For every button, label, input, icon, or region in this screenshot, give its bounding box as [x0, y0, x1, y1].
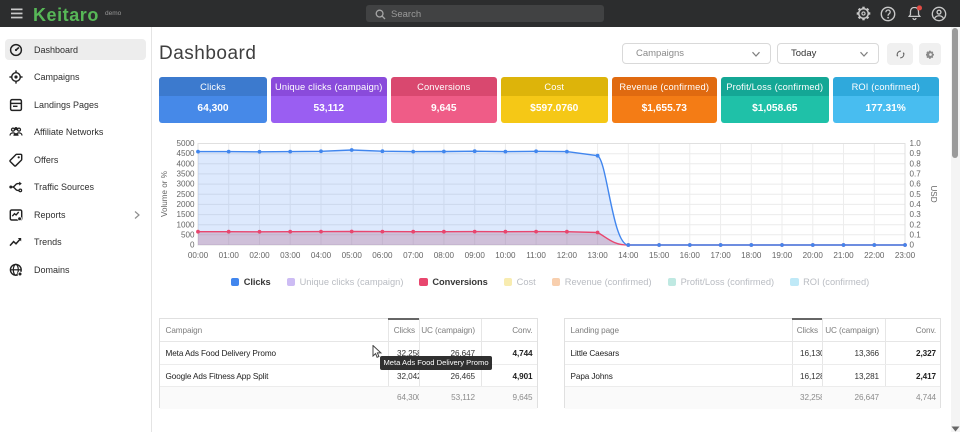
svg-text:0.6: 0.6 — [910, 180, 922, 189]
svg-text:20:00: 20:00 — [803, 251, 824, 260]
svg-text:1500: 1500 — [176, 210, 195, 219]
svg-text:16:00: 16:00 — [680, 251, 701, 260]
svg-text:19:00: 19:00 — [772, 251, 793, 260]
svg-text:0.9: 0.9 — [910, 149, 922, 158]
svg-text:04:00: 04:00 — [311, 251, 332, 260]
svg-text:0: 0 — [190, 241, 195, 250]
svg-text:18:00: 18:00 — [741, 251, 762, 260]
svg-text:0.3: 0.3 — [910, 210, 922, 219]
svg-text:3000: 3000 — [176, 180, 195, 189]
svg-text:00:00: 00:00 — [188, 251, 209, 260]
svg-text:22:00: 22:00 — [864, 251, 885, 260]
svg-text:06:00: 06:00 — [372, 251, 393, 260]
svg-text:05:00: 05:00 — [342, 251, 363, 260]
svg-text:11:00: 11:00 — [526, 251, 546, 260]
svg-text:1000: 1000 — [176, 220, 195, 229]
svg-text:10:00: 10:00 — [495, 251, 516, 260]
svg-text:13:00: 13:00 — [587, 251, 608, 260]
svg-text:0.8: 0.8 — [910, 159, 922, 168]
svg-text:USD: USD — [929, 185, 938, 202]
svg-text:08:00: 08:00 — [434, 251, 455, 260]
svg-text:500: 500 — [181, 230, 195, 239]
svg-text:14:00: 14:00 — [618, 251, 639, 260]
svg-text:Volume or %: Volume or % — [160, 171, 169, 217]
svg-text:0.1: 0.1 — [910, 230, 922, 239]
svg-text:0.2: 0.2 — [910, 220, 922, 229]
svg-text:12:00: 12:00 — [557, 251, 578, 260]
svg-text:21:00: 21:00 — [833, 251, 854, 260]
svg-text:0.5: 0.5 — [910, 190, 922, 199]
svg-text:02:00: 02:00 — [249, 251, 270, 260]
svg-text:07:00: 07:00 — [403, 251, 424, 260]
svg-text:4000: 4000 — [176, 159, 195, 168]
svg-text:2500: 2500 — [176, 190, 195, 199]
svg-text:3500: 3500 — [176, 170, 195, 179]
svg-text:1.0: 1.0 — [910, 139, 922, 148]
svg-text:0.4: 0.4 — [910, 200, 922, 209]
svg-text:0.7: 0.7 — [910, 170, 922, 179]
svg-text:09:00: 09:00 — [465, 251, 486, 260]
svg-text:0: 0 — [910, 241, 915, 250]
svg-text:17:00: 17:00 — [710, 251, 731, 260]
svg-text:23:00: 23:00 — [895, 251, 916, 260]
svg-text:03:00: 03:00 — [280, 251, 301, 260]
svg-text:4500: 4500 — [176, 149, 195, 158]
svg-text:2000: 2000 — [176, 200, 195, 209]
svg-text:5000: 5000 — [176, 139, 195, 148]
svg-text:15:00: 15:00 — [649, 251, 670, 260]
svg-text:01:00: 01:00 — [219, 251, 240, 260]
